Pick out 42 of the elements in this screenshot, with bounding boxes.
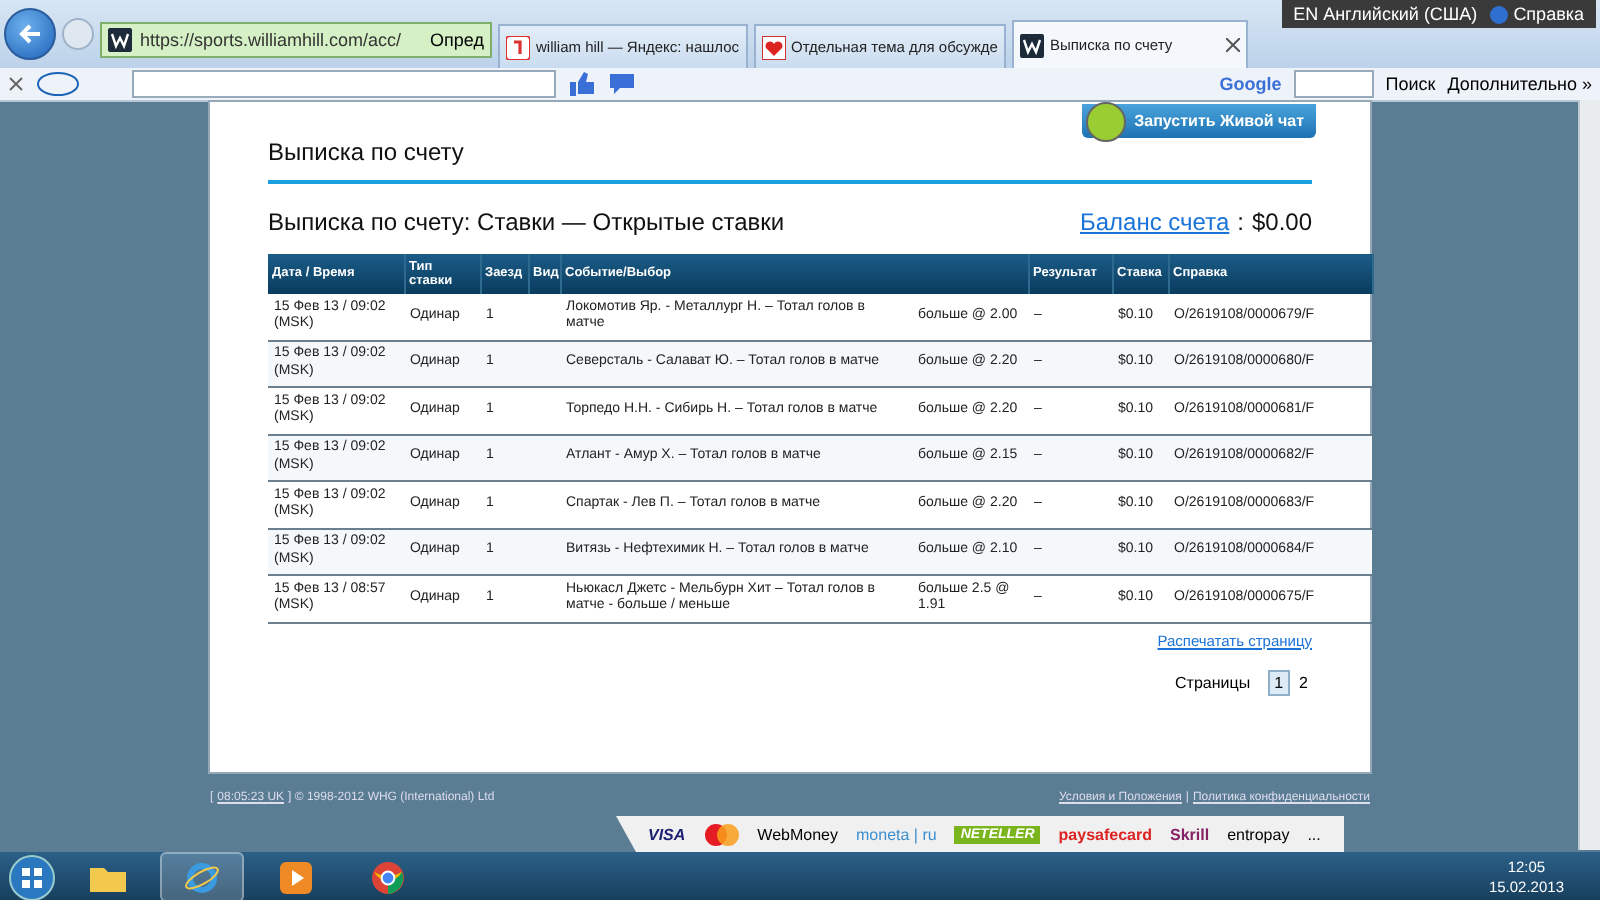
left-arrow-icon (18, 22, 42, 46)
back-button[interactable] (4, 8, 56, 60)
address-bar[interactable]: https://sports.williamhill.com/acc/ Опред (100, 22, 492, 58)
page-heading: Выписка по счету (268, 138, 464, 166)
close-icon[interactable] (1225, 38, 1240, 52)
entropay-logo: entropay (1227, 825, 1290, 843)
help-icon[interactable] (1489, 5, 1508, 23)
site-info: Опред (430, 30, 484, 50)
more-ellipsis: ... (1307, 825, 1321, 843)
scrollbar[interactable] (1578, 100, 1600, 850)
balance-colon: : (1237, 208, 1244, 236)
visa-logo: VISA (648, 825, 686, 843)
yandex-favicon-icon (506, 35, 530, 59)
oval-logo-icon (36, 72, 80, 96)
balance-value: $0.00 (1251, 208, 1312, 236)
close-icon[interactable] (8, 76, 24, 92)
help-label[interactable]: Справка (1513, 4, 1584, 24)
google-search-field[interactable] (1293, 70, 1374, 98)
search-field[interactable] (132, 70, 556, 98)
google-label: Google (1219, 74, 1282, 94)
moneta-logo: moneta | ru (856, 825, 937, 843)
section-title: Выписка по счету: Ставки — Открытые ставки (268, 208, 785, 236)
site-favicon-icon (1019, 33, 1044, 57)
language-label: EN Английский (США) (1293, 4, 1478, 24)
page-number[interactable]: 1 (1268, 669, 1290, 695)
heart-favicon-icon (761, 35, 786, 59)
balance-link[interactable]: Баланс счета (1080, 208, 1230, 236)
speech-bubble-icon[interactable] (608, 72, 636, 96)
thumbs-up-icon[interactable] (568, 72, 596, 96)
address-url: https://sports.williamhill.com/acc/ (140, 30, 404, 50)
interlocking-circles-logo-icon (703, 823, 740, 845)
browser-taskbar-icon[interactable] (160, 852, 244, 900)
more-link[interactable]: Дополнительно » (1447, 74, 1592, 94)
page-number[interactable]: 2 (1295, 671, 1312, 693)
start-button-icon[interactable] (8, 853, 56, 900)
webmoney-logo: WebMoney (757, 825, 838, 843)
search-button[interactable]: Поиск (1385, 74, 1436, 94)
skrill-logo: Skrill (1169, 825, 1210, 843)
paysafecard-logo: paysafecard (1058, 825, 1152, 843)
live-chat-button[interactable]: Запустить Живой чат (1082, 104, 1316, 138)
site-favicon-icon (108, 28, 132, 52)
pages-label: Страницы (1175, 673, 1251, 691)
